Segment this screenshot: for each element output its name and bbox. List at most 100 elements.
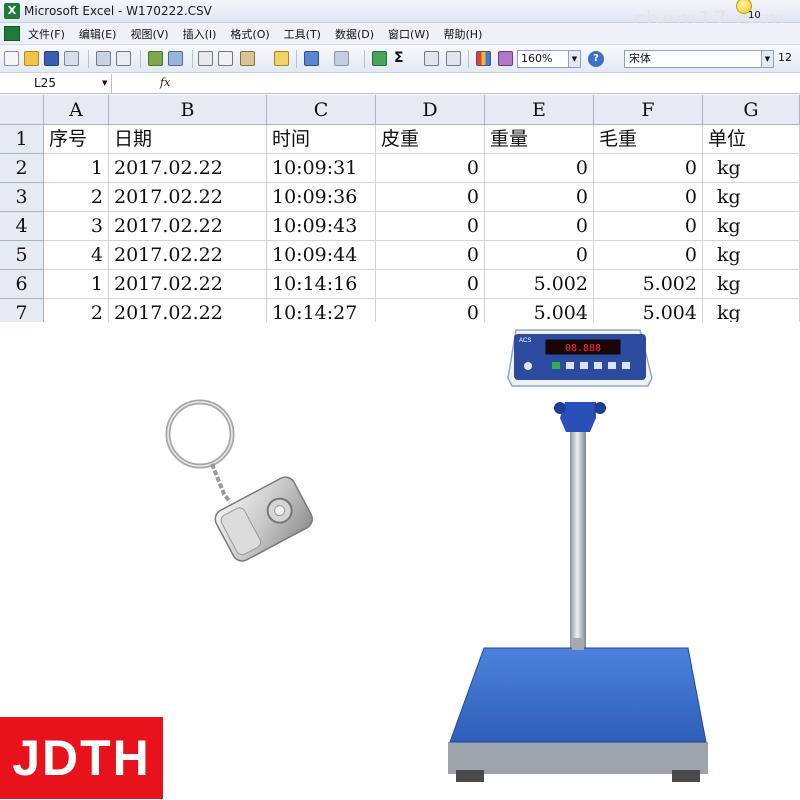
table-cell[interactable]: 5.004 [485, 299, 594, 322]
table-cell[interactable]: kg [703, 154, 800, 183]
function-icon[interactable]: fx [160, 76, 170, 89]
menu-window[interactable]: 窗口(W) [388, 26, 429, 42]
table-cell[interactable]: 2017.02.22 [109, 212, 267, 241]
menu-help[interactable]: 帮助(H) [444, 26, 483, 42]
column-header-g[interactable]: G [703, 95, 800, 125]
table-cell[interactable]: 10:14:16 [267, 270, 376, 299]
table-cell[interactable]: 10:14:27 [267, 299, 376, 322]
header-cell[interactable]: 序号 [44, 125, 109, 154]
table-cell[interactable]: 0 [594, 183, 703, 212]
table-cell[interactable]: 4 [44, 241, 109, 270]
table-cell[interactable]: 10:09:36 [267, 183, 376, 212]
chart-wizard-icon[interactable] [476, 51, 491, 66]
hyperlink-icon[interactable] [372, 51, 387, 66]
header-cell[interactable]: 单位 [703, 125, 800, 154]
row-header[interactable]: 7 [0, 299, 44, 322]
font-size-select[interactable]: 12 [776, 50, 800, 68]
header-cell[interactable]: 毛重 [594, 125, 703, 154]
sort-descending-icon[interactable] [446, 51, 461, 66]
table-cell[interactable]: 2 [44, 299, 109, 322]
table-cell[interactable]: 0 [376, 299, 485, 322]
chevron-down-icon[interactable]: ▼ [568, 51, 580, 67]
open-folder-icon[interactable] [24, 51, 39, 66]
table-cell[interactable]: 2017.02.22 [109, 270, 267, 299]
table-cell[interactable]: 0 [485, 154, 594, 183]
spelling-icon[interactable] [148, 51, 163, 66]
column-header-b[interactable]: B [109, 95, 267, 125]
name-box[interactable]: L25 [0, 74, 112, 93]
cut-icon[interactable] [198, 51, 213, 66]
autosum-icon[interactable]: Σ [394, 51, 409, 66]
row-header[interactable]: 4 [0, 212, 44, 241]
row-header[interactable]: 6 [0, 270, 44, 299]
drawing-icon[interactable] [498, 51, 513, 66]
table-cell[interactable]: 5.002 [485, 270, 594, 299]
help-icon[interactable]: ? [588, 51, 604, 67]
select-all-corner[interactable] [0, 95, 44, 125]
table-cell[interactable]: 0 [485, 212, 594, 241]
sort-ascending-icon[interactable] [424, 51, 439, 66]
table-cell[interactable]: 0 [594, 154, 703, 183]
table-cell[interactable]: 3 [44, 212, 109, 241]
table-cell[interactable]: kg [703, 183, 800, 212]
menu-insert[interactable]: 插入(I) [183, 26, 217, 42]
table-cell[interactable]: 0 [594, 241, 703, 270]
header-cell[interactable]: 时间 [267, 125, 376, 154]
table-cell[interactable]: 0 [485, 241, 594, 270]
column-header-f[interactable]: F [594, 95, 703, 125]
table-cell[interactable]: 2017.02.22 [109, 299, 267, 322]
row-header[interactable]: 3 [0, 183, 44, 212]
table-cell[interactable]: kg [703, 212, 800, 241]
print-icon[interactable] [96, 51, 111, 66]
menu-format[interactable]: 格式(O) [230, 26, 269, 42]
font-select[interactable]: 宋体 ▼ [624, 50, 774, 68]
menu-edit[interactable]: 编辑(E) [79, 26, 117, 42]
row-header[interactable]: 5 [0, 241, 44, 270]
undo-icon[interactable] [304, 51, 319, 66]
format-painter-icon[interactable] [274, 51, 289, 66]
table-cell[interactable]: 0 [594, 212, 703, 241]
table-cell[interactable]: 2 [44, 183, 109, 212]
print-preview-icon[interactable] [116, 51, 131, 66]
redo-icon[interactable] [334, 51, 349, 66]
table-cell[interactable]: 10:09:43 [267, 212, 376, 241]
header-cell[interactable]: 重量 [485, 125, 594, 154]
chevron-down-icon[interactable]: ▼ [102, 79, 107, 87]
table-cell[interactable]: 0 [376, 183, 485, 212]
column-header-e[interactable]: E [485, 95, 594, 125]
header-cell[interactable]: 皮重 [376, 125, 485, 154]
table-cell[interactable]: kg [703, 299, 800, 322]
menu-data[interactable]: 数据(D) [335, 26, 374, 42]
menu-tools[interactable]: 工具(T) [284, 26, 321, 42]
table-cell[interactable]: kg [703, 241, 800, 270]
table-cell[interactable]: 1 [44, 270, 109, 299]
permission-icon[interactable] [64, 51, 79, 66]
table-cell[interactable]: 0 [485, 183, 594, 212]
table-cell[interactable]: 10:09:44 [267, 241, 376, 270]
table-cell[interactable]: 0 [376, 270, 485, 299]
table-cell[interactable]: 2017.02.22 [109, 183, 267, 212]
table-cell[interactable]: 2017.02.22 [109, 154, 267, 183]
row-header[interactable]: 2 [0, 154, 44, 183]
row-header[interactable]: 1 [0, 125, 44, 154]
table-cell[interactable]: 10:09:31 [267, 154, 376, 183]
header-cell[interactable]: 日期 [109, 125, 267, 154]
menu-file[interactable]: 文件(F) [28, 26, 65, 42]
save-icon[interactable] [44, 51, 59, 66]
table-cell[interactable]: 0 [376, 241, 485, 270]
copy-icon[interactable] [218, 51, 233, 66]
table-cell[interactable]: 0 [376, 212, 485, 241]
menu-view[interactable]: 视图(V) [130, 26, 168, 42]
workbook-icon[interactable] [4, 26, 20, 41]
table-cell[interactable]: 5.002 [594, 270, 703, 299]
table-cell[interactable]: 0 [376, 154, 485, 183]
table-cell[interactable]: 2017.02.22 [109, 241, 267, 270]
table-cell[interactable]: 1 [44, 154, 109, 183]
table-cell[interactable]: kg [703, 270, 800, 299]
chevron-down-icon[interactable]: ▼ [761, 51, 773, 67]
research-icon[interactable] [168, 51, 183, 66]
column-header-c[interactable]: C [267, 95, 376, 125]
paste-icon[interactable] [240, 51, 255, 66]
zoom-select[interactable]: 160% ▼ [517, 50, 581, 68]
table-cell[interactable]: 5.004 [594, 299, 703, 322]
